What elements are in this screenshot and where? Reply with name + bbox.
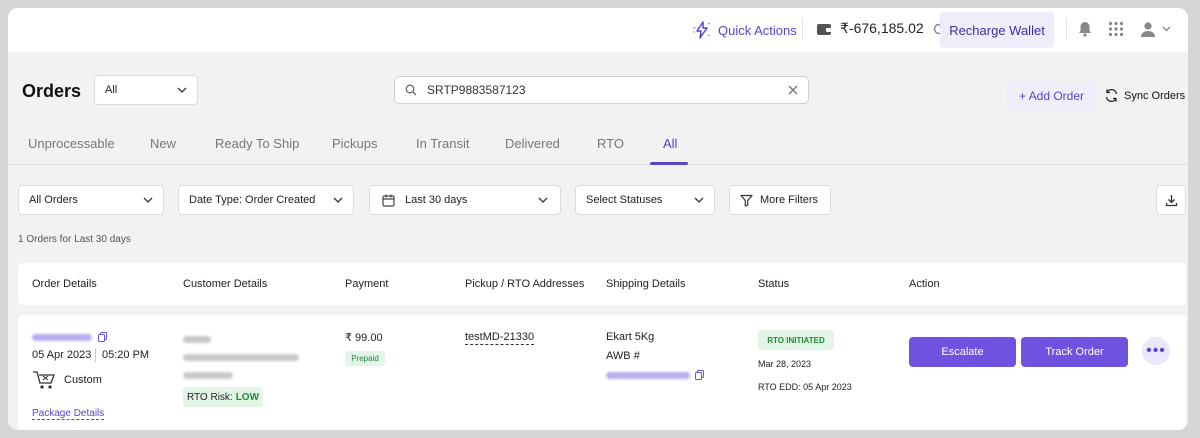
courier-name: Ekart 5Kg: [606, 331, 655, 343]
divider: [1066, 18, 1067, 40]
column-header: Payment: [345, 278, 389, 290]
chevron-down-icon: [177, 87, 187, 93]
redacted-customer-phone: [183, 372, 233, 379]
filter-icon: [740, 194, 753, 207]
quick-actions-label: Quick Actions: [718, 22, 797, 38]
active-tab-indicator: [650, 162, 688, 165]
date-range-group: Last 30 days: [382, 194, 467, 207]
column-header: Order Details: [32, 278, 97, 290]
app-window: Quick Actions ₹-676,185.02 Recharge Wall…: [8, 8, 1188, 430]
channel: Custom: [32, 370, 102, 390]
sync-orders-label: Sync Orders: [1124, 89, 1186, 102]
download-button[interactable]: [1156, 185, 1186, 215]
date-type-select[interactable]: Date Type: Order Created: [178, 185, 354, 215]
bell-icon[interactable]: [1078, 21, 1092, 37]
top-bar: Quick Actions ₹-676,185.02 Recharge Wall…: [8, 8, 1188, 52]
order-id[interactable]: [32, 332, 107, 342]
more-filters-button[interactable]: More Filters: [729, 185, 831, 215]
calendar-icon: [382, 194, 395, 207]
status-badge: RTO INITIATED: [758, 330, 834, 350]
divider: [95, 348, 96, 362]
lightning-icon: [692, 20, 712, 40]
search-icon: [405, 84, 417, 96]
page-title: Orders: [22, 81, 82, 101]
rto-edd: RTO EDD: 05 Apr 2023: [758, 382, 852, 392]
awb-label: AWB #: [606, 350, 640, 362]
chevron-down-icon: [694, 197, 704, 203]
orders-type-value: All Orders: [29, 194, 78, 206]
date-type-value: Date Type: Order Created: [189, 194, 316, 206]
wallet-icon: [816, 22, 832, 36]
user-menu[interactable]: [1140, 21, 1171, 37]
clear-icon[interactable]: [788, 85, 798, 95]
rto-risk-badge: RTO Risk: LOW: [183, 387, 263, 407]
track-order-button[interactable]: Track Order: [1021, 337, 1128, 367]
awb-number[interactable]: [606, 370, 704, 380]
chevron-down-icon: [333, 197, 343, 203]
chevron-down-icon: [143, 197, 153, 203]
date-range-value: Last 30 days: [405, 194, 468, 206]
tab-pickups[interactable]: Pickups: [332, 136, 378, 151]
order-scope-select[interactable]: All: [94, 75, 198, 105]
column-header: Customer Details: [183, 278, 268, 290]
column-header: Pickup / RTO Addresses: [465, 278, 585, 290]
channel-label: Custom: [64, 374, 102, 386]
rto-risk-label: RTO Risk:: [186, 391, 233, 403]
column-header: Shipping Details: [606, 278, 686, 290]
pickup-address[interactable]: testMD-21330: [465, 331, 535, 345]
orders-type-select[interactable]: All Orders: [18, 185, 164, 215]
redacted-customer-name: [183, 336, 211, 343]
column-header: Status: [758, 278, 790, 290]
order-date: 05 Apr 2023: [32, 349, 92, 361]
wallet-amount: ₹-676,185.02: [840, 20, 924, 36]
statuses-select[interactable]: Select Statuses: [575, 185, 715, 215]
more-options-icon[interactable]: •••: [1142, 337, 1170, 365]
recharge-wallet-button[interactable]: Recharge Wallet: [940, 12, 1054, 48]
user-avatar-icon: [1140, 21, 1156, 37]
chevron-down-icon: [1162, 26, 1171, 32]
tab-ready-to-ship[interactable]: Ready To Ship: [215, 136, 299, 151]
statuses-value: Select Statuses: [586, 194, 663, 206]
copy-icon[interactable]: [98, 332, 107, 342]
order-scope-value: All: [105, 84, 118, 96]
table-header: Order Details Customer Details Payment P…: [18, 263, 1186, 305]
table-row: 05 Apr 2023 05:20 PM Custom Package Deta…: [18, 315, 1186, 430]
quick-actions-button[interactable]: Quick Actions: [692, 20, 797, 40]
column-header: Action: [909, 278, 940, 290]
search-value: SRTP9883587123: [427, 83, 526, 97]
divider: [802, 18, 803, 40]
chevron-down-icon: [538, 197, 548, 203]
redacted-awb-number: [606, 371, 690, 379]
payment-mode-badge: Prepaid: [345, 351, 385, 366]
payment-amount: ₹ 99.00: [345, 332, 383, 344]
tab-rto[interactable]: RTO: [597, 136, 624, 151]
tab-in-transit[interactable]: In Transit: [416, 136, 469, 151]
apps-grid-icon[interactable]: [1108, 21, 1124, 37]
redacted-customer-email: [183, 354, 299, 361]
cart-icon: [32, 370, 56, 390]
status-tabs: Unprocessable New Ready To Ship Pickups …: [8, 132, 1188, 165]
results-summary: 1 Orders for Last 30 days: [18, 234, 131, 245]
sync-icon: [1104, 88, 1119, 103]
date-range-picker[interactable]: Last 30 days: [369, 185, 561, 215]
tab-delivered[interactable]: Delivered: [505, 136, 560, 151]
escalate-button[interactable]: Escalate: [909, 337, 1016, 367]
more-filters-label: More Filters: [760, 194, 819, 206]
order-time: 05:20 PM: [102, 349, 150, 361]
tab-unprocessable[interactable]: Unprocessable: [28, 136, 115, 151]
add-order-button[interactable]: + Add Order: [1007, 82, 1096, 110]
copy-icon[interactable]: [695, 370, 704, 380]
rto-risk-value: LOW: [235, 391, 260, 403]
search-input[interactable]: SRTP9883587123: [394, 76, 809, 104]
package-details-link[interactable]: Package Details: [32, 408, 105, 420]
sync-orders-button[interactable]: Sync Orders: [1104, 88, 1185, 103]
download-icon: [1165, 194, 1178, 207]
wallet-balance: ₹-676,185.02: [816, 20, 946, 37]
tab-new[interactable]: New: [150, 136, 176, 151]
tab-all[interactable]: All: [663, 136, 677, 151]
status-date: Mar 28, 2023: [758, 359, 812, 369]
redacted-order-id: [32, 333, 92, 341]
